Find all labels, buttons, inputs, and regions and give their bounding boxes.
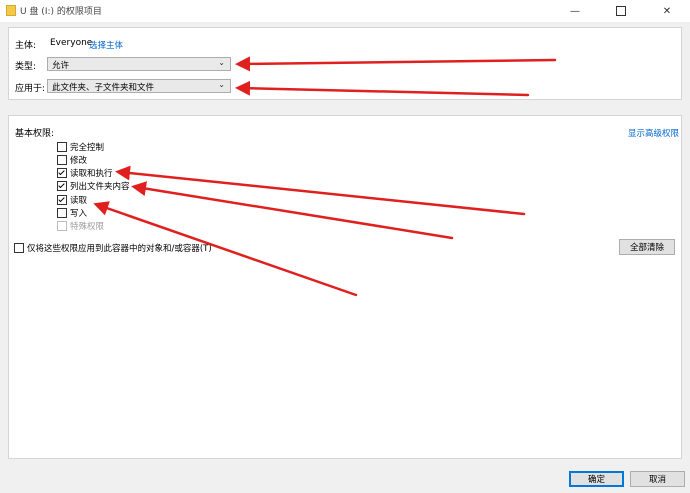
principal-label: 主体:: [15, 41, 37, 51]
chevron-down-icon: ⌄: [218, 80, 225, 89]
checkbox-checked[interactable]: [57, 181, 67, 191]
applies-to-selected: 此文件夹、子文件夹和文件: [52, 83, 155, 93]
close-button[interactable]: ✕: [644, 0, 690, 22]
permission-read[interactable]: 读取: [57, 194, 87, 206]
permissions-panel: 基本权限: 显示高级权限 完全控制 修改 读取和执行 列出文件夹内容 读取 写入…: [8, 115, 682, 459]
close-icon: ✕: [662, 5, 672, 17]
permission-modify[interactable]: 修改: [57, 154, 87, 166]
checkbox-checked[interactable]: [57, 168, 67, 178]
chevron-down-icon: ⌄: [218, 58, 225, 67]
permission-label: 特殊权限: [70, 222, 105, 232]
permission-read-execute[interactable]: 读取和执行: [57, 167, 113, 179]
principal-value: Everyone: [50, 38, 93, 48]
principal-panel: 主体: Everyone 选择主体 类型: 允许 ⌄ 应用于: 此文件夹、子文件…: [8, 27, 682, 100]
applies-to-label: 应用于:: [15, 84, 46, 94]
basic-permissions-heading: 基本权限:: [15, 129, 55, 139]
maximize-button[interactable]: [598, 0, 644, 22]
checkbox-disabled: [57, 221, 67, 231]
apply-only-label: 仅将这些权限应用到此容器中的对象和/或容器(T): [27, 244, 212, 254]
permission-full-control[interactable]: 完全控制: [57, 141, 104, 153]
applies-to-dropdown[interactable]: 此文件夹、子文件夹和文件 ⌄: [47, 79, 231, 93]
select-principal-link[interactable]: 选择主体: [89, 39, 123, 51]
permission-label: 读取: [70, 196, 88, 206]
type-label: 类型:: [15, 62, 37, 72]
type-dropdown[interactable]: 允许 ⌄: [47, 57, 231, 71]
permission-label: 完全控制: [70, 143, 105, 153]
apply-only-to-container[interactable]: 仅将这些权限应用到此容器中的对象和/或容器(T): [14, 242, 212, 254]
ok-button[interactable]: 确定: [569, 471, 624, 487]
permission-label: 列出文件夹内容: [70, 182, 130, 192]
maximize-icon: [616, 6, 626, 16]
type-selected: 允许: [52, 61, 70, 71]
minimize-button[interactable]: —: [552, 0, 598, 22]
checkbox-checked[interactable]: [57, 195, 67, 205]
permission-write[interactable]: 写入: [57, 207, 87, 219]
folder-icon: [6, 5, 16, 16]
checkbox[interactable]: [14, 243, 24, 253]
window-title: U 盘 (I:) 的权限项目: [20, 7, 102, 17]
checkbox[interactable]: [57, 208, 67, 218]
show-advanced-permissions-link[interactable]: 显示高级权限: [628, 127, 679, 139]
title-bar: U 盘 (I:) 的权限项目 — ✕: [0, 0, 690, 22]
permission-label: 修改: [70, 156, 88, 166]
checkbox[interactable]: [57, 142, 67, 152]
checkbox[interactable]: [57, 155, 67, 165]
permission-special: 特殊权限: [57, 220, 104, 232]
permission-label: 读取和执行: [70, 169, 113, 179]
minimize-icon: —: [570, 5, 580, 17]
clear-all-button[interactable]: 全部清除: [619, 239, 675, 255]
permission-label: 写入: [70, 209, 88, 219]
cancel-button[interactable]: 取消: [630, 471, 685, 487]
permission-list-folder[interactable]: 列出文件夹内容: [57, 180, 130, 192]
